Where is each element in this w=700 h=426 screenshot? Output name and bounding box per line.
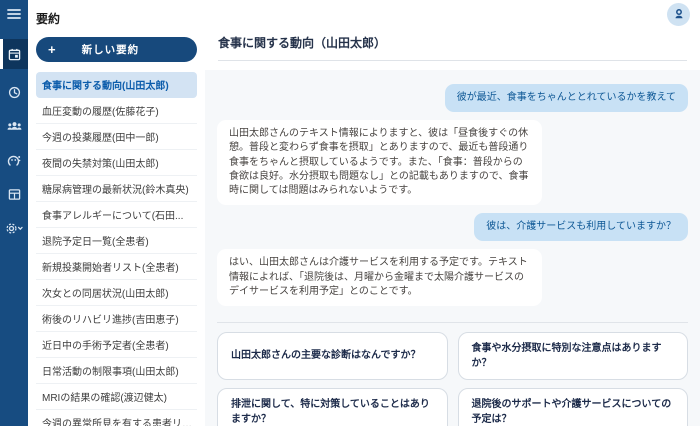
history-icon[interactable] [0,79,28,105]
icon-rail [0,0,28,426]
sidebar-item[interactable]: 食事アレルギーについて(石田... [36,202,197,228]
page-title: 要約 [28,8,205,37]
sidebar-item-label: 日常活動の制限事項(山田太郎) [42,363,179,378]
sidebar-item-label: 近日中の手術予定者(全患者) [42,337,169,352]
sidebar-item[interactable]: 術後のリハビリ進捗(吉田恵子) [36,306,197,332]
sidebar-item-label: MRIの結果の確認(渡辺健太) [42,389,167,404]
chat-area: 彼が最近、食事をちゃんととれているかを教えて 山田太郎さんのテキスト情報によりま… [205,70,700,426]
sidebar-item-label: 退院予定日一覧(全患者) [42,233,149,248]
sidebar-item[interactable]: 今週の投薬履歴(田中一郎) [36,124,197,150]
sidebar-item-label: 今週の投薬履歴(田中一郎) [42,129,159,144]
conversation-header: 食事に関する動向（山田太郎） [205,28,700,70]
summary-sidebar: 要約 + 新しい要約 食事に関する動向(山田太郎) 血圧変動の履歴(佐藤花子) … [28,0,205,426]
sidebar-item[interactable]: 血圧変動の履歴(佐藤花子) [36,98,197,124]
assistant-message: はい、山田太郎さんは介護サービスを利用する予定です。テキスト情報によれば、「退院… [217,249,542,306]
top-bar [205,0,700,28]
sidebar-item-label: 今週の異常所見を有する患者リ… [42,415,192,426]
group-icon[interactable] [0,113,28,139]
sidebar-item[interactable]: 新規投薬開始者リスト(全患者) [36,254,197,280]
app-window: 要約 + 新しい要約 食事に関する動向(山田太郎) 血圧変動の履歴(佐藤花子) … [0,0,700,426]
new-summary-label: 新しい要約 [82,42,140,57]
sidebar-item-label: 食事アレルギーについて(石田... [42,207,183,222]
chat-panel: 食事に関する動向（山田太郎） 彼が最近、食事をちゃんととれているかを教えて 山田… [205,0,700,426]
sidebar-item[interactable]: 今週の異常所見を有する患者リ… [36,410,197,426]
assistant-message: 山田太郎さんのテキスト情報によりますと、彼は「昼食後すぐの休憩。普段と変わらず食… [217,120,542,205]
calendar-icon[interactable] [0,39,28,69]
suggestion-button[interactable]: 食事や水分摂取に特別な注意点はありますか？ [458,332,689,380]
summary-list: 食事に関する動向(山田太郎) 血圧変動の履歴(佐藤花子) 今週の投薬履歴(田中一… [28,70,205,426]
sidebar-item-label: 術後のリハビリ進捗(吉田恵子) [42,311,179,326]
settings-gear-icon[interactable] [0,215,28,241]
sidebar-item[interactable]: 夜間の失禁対策(山田太郎) [36,150,197,176]
suggestion-button[interactable]: 退院後のサポートや介護サービスについての予定は？ [458,388,689,426]
sidebar-item-label: 糖尿病管理の最新状況(鈴木真央) [42,181,189,196]
sidebar-item[interactable]: 退院予定日一覧(全患者) [36,228,197,254]
assistant-face-icon[interactable] [0,147,28,173]
suggestion-cards: 山田太郎さんの主要な診断はなんですか？ 食事や水分摂取に特別な注意点はありますか… [217,332,688,426]
user-avatar-button[interactable] [667,3,690,26]
new-summary-button[interactable]: + 新しい要約 [36,37,197,62]
sidebar-item-label: 夜間の失禁対策(山田太郎) [42,155,159,170]
user-message: 彼が最近、食事をちゃんととれているかを教えて [445,84,688,112]
sidebar-item[interactable]: 糖尿病管理の最新状況(鈴木真央) [36,176,197,202]
sidebar-item-label: 血圧変動の履歴(佐藤花子) [42,103,159,118]
suggestion-button[interactable]: 排泄に関して、特に対策していることはありますか？ [217,388,448,426]
sidebar-item[interactable]: 食事に関する動向(山田太郎) [36,72,197,98]
conversation-title: 食事に関する動向（山田太郎） [218,34,687,61]
suggestions-divider [217,322,688,323]
plus-icon: + [48,42,56,57]
person-icon [673,8,685,20]
user-message: 彼は、介護サービスも利用していますか？ [474,213,688,241]
sidebar-item-label: 次女との同居状況(山田太郎) [42,285,169,300]
sidebar-item[interactable]: 近日中の手術予定者(全患者) [36,332,197,358]
sidebar-item[interactable]: 日常活動の制限事項(山田太郎) [36,358,197,384]
sidebar-item-label: 新規投薬開始者リスト(全患者) [42,259,179,274]
sidebar-item[interactable]: MRIの結果の確認(渡辺健太) [36,384,197,410]
menu-icon[interactable] [0,0,28,28]
sidebar-item-label: 食事に関する動向(山田太郎) [42,77,169,92]
sidebar-item[interactable]: 次女との同居状況(山田太郎) [36,280,197,306]
window-icon[interactable] [0,181,28,207]
suggestion-button[interactable]: 山田太郎さんの主要な診断はなんですか？ [217,332,448,380]
